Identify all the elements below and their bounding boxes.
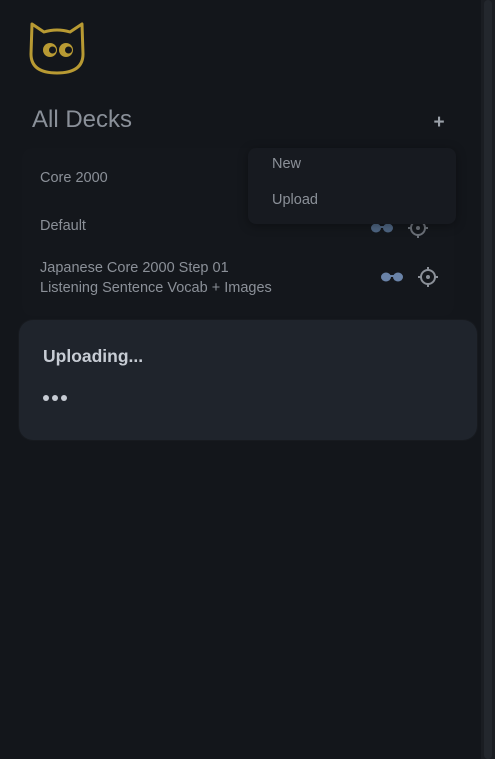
loading-dot	[43, 395, 49, 401]
menu-item-upload[interactable]: Upload	[272, 192, 318, 208]
loading-dot	[52, 395, 58, 401]
deck-actions-japanese-core	[380, 267, 438, 287]
dialog-title: Uploading...	[43, 346, 144, 366]
owl-logo-icon	[29, 22, 85, 75]
add-menu: New Upload	[248, 148, 456, 224]
deck-item-japanese-core[interactable]: Japanese Core 2000 Step 01 Listening Sen…	[40, 258, 272, 298]
add-deck-button[interactable]: +	[426, 110, 452, 136]
deck-item-default[interactable]: Default	[40, 216, 86, 236]
loading-dot	[61, 395, 67, 401]
upload-dialog: Uploading...	[19, 320, 477, 440]
deck-item-core-2000[interactable]: Core 2000	[40, 168, 108, 188]
gear-icon[interactable]	[418, 267, 438, 287]
loading-dots-icon	[43, 395, 67, 401]
scrollbar-track[interactable]	[481, 0, 495, 759]
deck-list-title: All Decks	[32, 106, 133, 133]
menu-item-new[interactable]: New	[272, 156, 301, 172]
deck-name-line1: Japanese Core 2000 Step 01	[40, 260, 229, 276]
deck-name: Default	[40, 218, 86, 234]
glasses-icon[interactable]	[380, 271, 404, 283]
deck-name-line2: Listening Sentence Vocab + Images	[40, 280, 272, 296]
deck-name: Core 2000	[40, 170, 108, 186]
scrollbar-thumb[interactable]	[484, 0, 492, 759]
